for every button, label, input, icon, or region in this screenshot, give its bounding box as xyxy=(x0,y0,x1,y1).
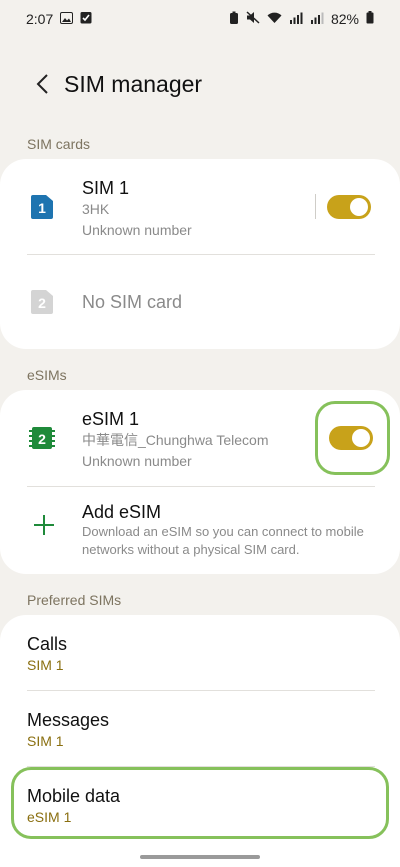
sim1-toggle[interactable] xyxy=(327,195,371,219)
sim2-row: 2 No SIM card xyxy=(0,255,400,349)
sim2-icon: 2 xyxy=(31,290,53,314)
sim1-badge: 1 xyxy=(38,200,46,216)
add-esim-description: Download an eSIM so you can connect to m… xyxy=(82,524,364,557)
sim1-row[interactable]: 1 SIM 1 3HK Unknown number xyxy=(0,159,400,254)
esim1-title: eSIM 1 xyxy=(82,409,140,429)
section-label-preferred-sims: Preferred SIMs xyxy=(27,592,122,608)
sim1-carrier: 3HK xyxy=(82,201,110,217)
add-esim-text: Add eSIM Download an eSIM so you can con… xyxy=(82,501,382,559)
mobile-data-value: eSIM 1 xyxy=(27,809,72,825)
sim1-number: Unknown number xyxy=(82,222,192,238)
esim-chip-icon: 2 xyxy=(29,427,55,451)
esim1-carrier: 中華電信_Chunghwa Telecom xyxy=(82,432,269,448)
esim1-badge: 2 xyxy=(38,431,46,447)
plus-icon xyxy=(33,514,55,538)
row-divider xyxy=(27,690,375,691)
calls-value: SIM 1 xyxy=(27,657,64,673)
header: SIM manager xyxy=(0,62,400,106)
add-esim-row[interactable]: Add eSIM Download an eSIM so you can con… xyxy=(0,487,400,574)
toggle-knob xyxy=(352,429,370,447)
calls-title: Calls xyxy=(27,634,68,654)
esims-card: 2 eSIM 1 中華電信_Chunghwa Telecom Unknown n… xyxy=(0,390,400,574)
sim1-icon: 1 xyxy=(31,195,53,219)
gesture-nav-handle[interactable] xyxy=(140,855,260,859)
sim2-badge: 2 xyxy=(38,295,46,311)
battery-icon xyxy=(366,11,374,27)
messages-title: Messages xyxy=(27,710,110,730)
esim1-text: eSIM 1 中華電信_Chunghwa Telecom Unknown num… xyxy=(82,408,269,472)
esim1-number: Unknown number xyxy=(82,453,192,469)
status-time: 2:07 xyxy=(26,11,54,27)
sim2-title: No SIM card xyxy=(82,292,183,312)
mobile-data-title: Mobile data xyxy=(27,786,121,806)
sim1-divider xyxy=(315,194,316,219)
sim1-title: SIM 1 xyxy=(82,178,130,198)
messages-row[interactable]: Messages SIM 1 xyxy=(27,709,109,751)
task-check-icon xyxy=(80,11,92,27)
signal-sim2-icon xyxy=(310,11,324,27)
status-left: 2:07 xyxy=(26,11,92,27)
sim-cards-card: 1 SIM 1 3HK Unknown number 2 No SIM card xyxy=(0,159,400,349)
mobile-data-row[interactable]: Mobile data eSIM 1 xyxy=(27,785,120,827)
status-bar: 2:07 82% xyxy=(0,0,400,38)
back-button[interactable] xyxy=(22,62,62,106)
preferred-sims-card: Calls SIM 1 Messages SIM 1 Mobile data e… xyxy=(0,615,400,867)
messages-value: SIM 1 xyxy=(27,733,64,749)
wifi-icon xyxy=(267,11,282,27)
add-esim-title: Add eSIM xyxy=(82,502,162,522)
sim1-text: SIM 1 3HK Unknown number xyxy=(82,177,192,241)
esim1-row[interactable]: 2 eSIM 1 中華電信_Chunghwa Telecom Unknown n… xyxy=(0,390,400,486)
status-right: 82% xyxy=(229,11,374,28)
battery-saver-icon xyxy=(229,11,239,28)
chevron-left-icon xyxy=(36,74,48,94)
page-title: SIM manager xyxy=(64,70,203,97)
gallery-icon xyxy=(60,11,74,27)
sim2-text: No SIM card xyxy=(82,291,182,313)
row-divider xyxy=(27,766,375,767)
mute-icon xyxy=(246,11,260,27)
esim1-toggle[interactable] xyxy=(329,426,373,450)
signal-sim1-icon xyxy=(289,11,303,27)
battery-percent: 82% xyxy=(330,11,359,27)
toggle-knob xyxy=(350,198,368,216)
section-label-esims: eSIMs xyxy=(27,367,67,383)
section-label-sim-cards: SIM cards xyxy=(27,136,91,152)
calls-row[interactable]: Calls SIM 1 xyxy=(27,633,67,675)
